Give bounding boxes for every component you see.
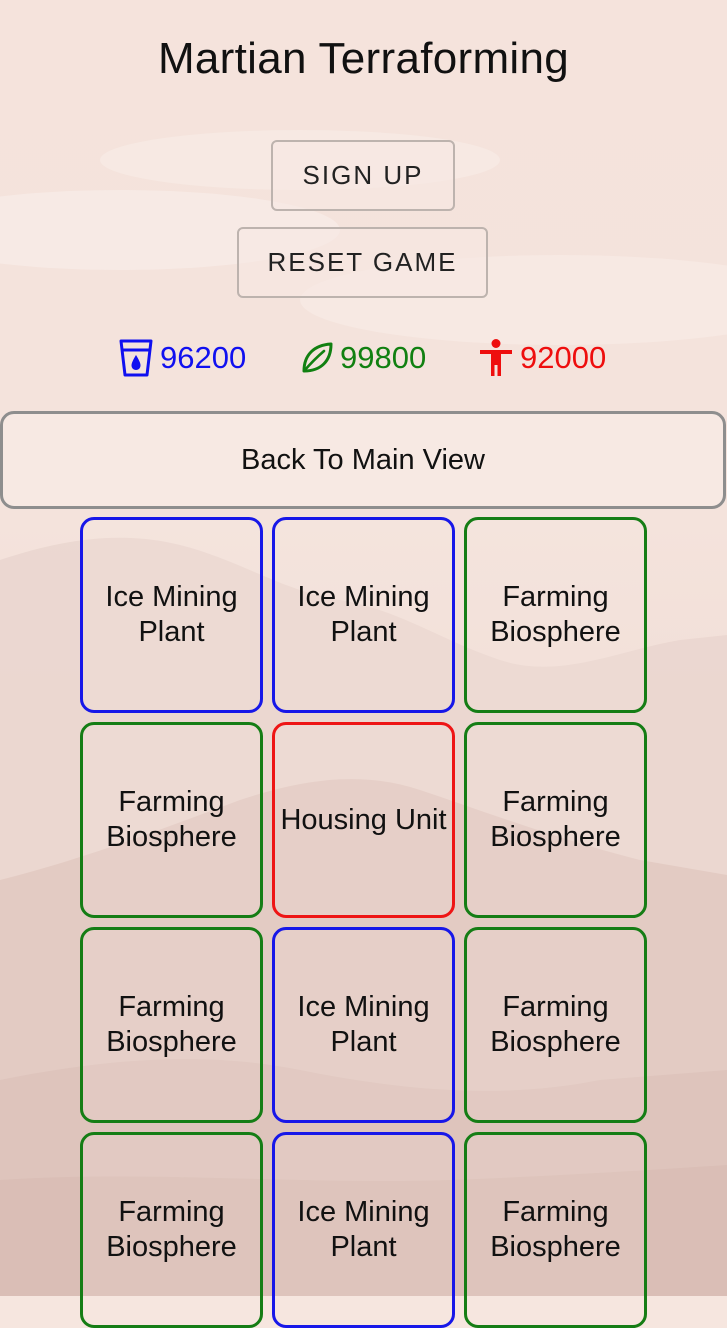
back-to-main-view-button[interactable]: Back To Main View [0, 411, 726, 509]
population-value: 92000 [520, 340, 607, 375]
water-value: 96200 [160, 340, 247, 375]
food-resource: 99800 [300, 336, 426, 380]
water-glass-icon [118, 338, 154, 378]
building-tile[interactable]: Ice Mining Plant [272, 517, 455, 713]
building-tile[interactable]: Ice Mining Plant [272, 1132, 455, 1328]
water-resource: 96200 [118, 336, 246, 380]
building-tile[interactable]: Farming Biosphere [80, 927, 263, 1123]
building-tile[interactable]: Farming Biosphere [80, 722, 263, 918]
building-tile[interactable]: Farming Biosphere [80, 1132, 263, 1328]
population-resource: 92000 [478, 336, 606, 380]
building-tile[interactable]: Ice Mining Plant [272, 927, 455, 1123]
app-screen: Martian Terraforming SIGN UP RESET GAME … [0, 0, 727, 1328]
building-tile[interactable]: Housing Unit [272, 722, 455, 918]
page-title: Martian Terraforming [157, 34, 570, 83]
person-icon [478, 338, 514, 378]
sign-up-button[interactable]: SIGN UP [271, 140, 455, 211]
food-value: 99800 [340, 340, 427, 375]
building-tile[interactable]: Farming Biosphere [464, 722, 647, 918]
reset-game-button[interactable]: RESET GAME [237, 227, 488, 298]
building-tile[interactable]: Farming Biosphere [464, 517, 647, 713]
building-tile[interactable]: Ice Mining Plant [80, 517, 263, 713]
building-tile[interactable]: Farming Biosphere [464, 927, 647, 1123]
building-tile[interactable]: Farming Biosphere [464, 1132, 647, 1328]
leaf-icon [300, 341, 334, 375]
